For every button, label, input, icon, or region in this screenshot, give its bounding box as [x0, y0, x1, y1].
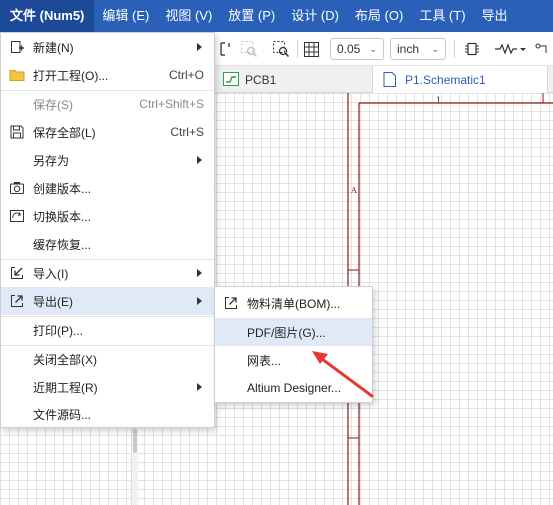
- pcb-icon: [223, 72, 239, 89]
- export-icon: [223, 295, 239, 314]
- submenu-arrow-icon: [197, 269, 202, 277]
- menu-view[interactable]: 视图 (V): [157, 0, 220, 32]
- menu-edit[interactable]: 编辑 (E): [94, 0, 157, 32]
- schematic-icon: [383, 72, 396, 90]
- bracket-icon[interactable]: [218, 38, 232, 60]
- menu-item-recent-projects[interactable]: 近期工程(R): [1, 373, 214, 401]
- menu-item-new[interactable]: 新建(N): [1, 33, 214, 61]
- unit-value: inch: [397, 42, 420, 56]
- chip-icon[interactable]: [462, 38, 482, 60]
- menu-item-file-source[interactable]: 文件源码...: [1, 400, 214, 428]
- menu-item-import[interactable]: 导入(I): [1, 259, 214, 287]
- menu-item-cache-restore[interactable]: 缓存恢复...: [1, 230, 214, 258]
- grid-size-value: 0.05: [337, 42, 361, 56]
- menu-tools[interactable]: 工具 (T): [411, 0, 473, 32]
- grid-icon[interactable]: [302, 38, 320, 60]
- save-icon: [9, 124, 25, 140]
- menu-item-switch-version[interactable]: 切换版本...: [1, 202, 214, 230]
- menu-file[interactable]: 文件 (Num5): [0, 0, 95, 32]
- menu-item-save-all[interactable]: 保存全部(L) Ctrl+S: [1, 118, 214, 146]
- resistor-icon[interactable]: [494, 38, 528, 60]
- menu-item-print[interactable]: 打印(P)...: [1, 316, 214, 344]
- tab-pcb1[interactable]: PCB1: [215, 66, 365, 93]
- submenu-arrow-icon: [197, 297, 202, 305]
- menu-item-close-all[interactable]: 关闭全部(X): [1, 345, 214, 373]
- zoom-selection-icon[interactable]: [238, 38, 260, 60]
- sheet-column-marker: 1: [436, 96, 442, 105]
- zoom-area-icon[interactable]: [270, 38, 292, 60]
- menu-export[interactable]: 导出: [474, 0, 516, 32]
- switch-version-icon: [9, 208, 25, 224]
- folder-icon: [9, 67, 25, 83]
- tab-label: PCB1: [245, 72, 277, 87]
- wire-icon[interactable]: [534, 38, 553, 60]
- menu-design[interactable]: 设计 (D): [283, 0, 347, 32]
- annotation-arrow-icon: [312, 351, 374, 398]
- import-icon: [9, 265, 25, 281]
- grid-size-select[interactable]: 0.05 ⌄: [330, 38, 384, 60]
- export-icon: [9, 293, 25, 309]
- unit-select[interactable]: inch ⌄: [390, 38, 446, 60]
- menu-item-save-as[interactable]: 另存为: [1, 146, 214, 174]
- menu-item-save[interactable]: 保存(S) Ctrl+Shift+S: [1, 90, 214, 118]
- menubar: 文件 (Num5) 编辑 (E) 视图 (V) 放置 (P) 设计 (D) 布局…: [0, 0, 553, 32]
- new-file-icon: [9, 39, 25, 55]
- menu-item-create-version[interactable]: 创建版本...: [1, 174, 214, 202]
- chevron-down-icon: ⌄: [369, 43, 377, 54]
- tab-schematic[interactable]: P1.Schematic1: [372, 66, 548, 93]
- sheet-row-marker: A: [351, 186, 357, 195]
- menu-layout[interactable]: 布局 (O): [347, 0, 411, 32]
- submenu-item-bom[interactable]: 物料清单(BOM)...: [215, 289, 372, 317]
- toolbar-divider: [297, 40, 298, 58]
- camera-icon: [9, 180, 25, 196]
- menu-item-export[interactable]: 导出(E): [1, 287, 214, 315]
- file-menu-dropdown: 新建(N) 打开工程(O)... Ctrl+O 保存(S) Ctrl+Shift…: [0, 32, 215, 428]
- tab-label: P1.Schematic1: [405, 72, 486, 87]
- submenu-arrow-icon: [197, 383, 202, 391]
- chevron-down-icon: ⌄: [431, 43, 439, 54]
- menu-item-open-project[interactable]: 打开工程(O)... Ctrl+O: [1, 61, 214, 89]
- menu-place[interactable]: 放置 (P): [220, 0, 283, 32]
- toolbar-divider: [454, 40, 455, 58]
- submenu-arrow-icon: [197, 156, 202, 164]
- submenu-arrow-icon: [197, 43, 202, 51]
